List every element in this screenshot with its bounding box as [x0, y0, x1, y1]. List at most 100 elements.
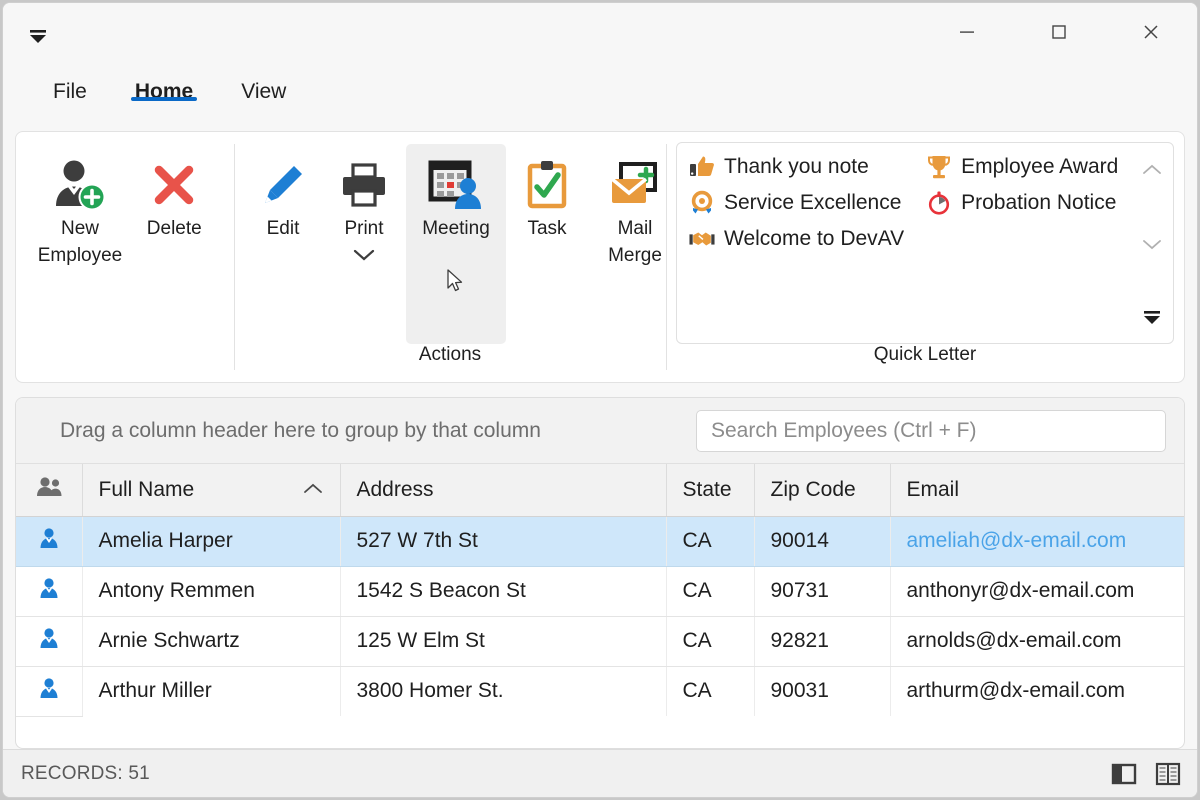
column-header-full-name[interactable]: Full Name [82, 464, 341, 517]
cell-address: 527 W 7th St [340, 516, 667, 567]
view-mode-buttons [1109, 759, 1183, 789]
edit-button[interactable]: Edit [244, 144, 322, 251]
search-box[interactable] [696, 409, 1166, 452]
print-icon [338, 154, 390, 216]
ribbon-group-employee-title [16, 366, 234, 382]
cell-state: CA [666, 566, 755, 617]
quick-letter-gallery[interactable]: Thank you note Employee Award Service Ex… [676, 142, 1174, 344]
cell-state: CA [666, 516, 755, 567]
book-view-icon[interactable] [1153, 759, 1183, 789]
ribbon-group-quick-letter-title: Quick Letter [873, 344, 977, 365]
chevron-down-icon[interactable] [351, 245, 377, 272]
handshake-icon [689, 226, 715, 252]
sort-ascending-icon [302, 478, 324, 502]
group-panel-hint: Drag a column header here to group by th… [60, 418, 541, 442]
window-controls [921, 3, 1197, 61]
column-header-email-label: Email [906, 477, 960, 501]
column-header-indicator[interactable] [16, 464, 83, 517]
person-icon [38, 578, 60, 604]
cell-zip-code: 92821 [754, 616, 891, 667]
card-view-icon[interactable] [1109, 759, 1139, 789]
group-panel[interactable]: Drag a column header here to group by th… [16, 398, 1184, 464]
tab-file-label: File [53, 80, 87, 103]
delete-icon [147, 154, 201, 216]
task-button[interactable]: Task [506, 144, 588, 251]
app-window: File Home View New Employee Delete Edit … [2, 2, 1198, 798]
cell-email[interactable]: arnolds@dx-email.com [890, 616, 1184, 667]
cell-state: CA [666, 616, 755, 667]
dropdown-more-icon[interactable] [1135, 305, 1169, 331]
ribbon-group-employee: New Employee Delete [16, 132, 234, 382]
table-row[interactable]: Amelia Harper 527 W 7th St CA 90014 amel… [16, 516, 1184, 567]
cell-email[interactable]: ameliah@dx-email.com [890, 516, 1184, 567]
cell-full-name: Arthur Miller [82, 666, 341, 716]
gallery-item-label: Employee Award [961, 155, 1119, 178]
cell-email[interactable]: anthonyr@dx-email.com [890, 566, 1184, 617]
row-indicator [16, 566, 83, 617]
employees-table: Full Name Address State Zip Code Email A… [16, 464, 1184, 717]
print-button[interactable]: Print [322, 144, 406, 280]
table-row[interactable]: Arnie Schwartz 125 W Elm St CA 92821 arn… [16, 616, 1184, 667]
gallery-item-probation-notice[interactable]: Probation Notice [918, 185, 1127, 221]
delete-label: Delete [146, 218, 202, 239]
mail-merge-icon [607, 154, 663, 216]
meeting-icon [427, 154, 485, 216]
task-icon [523, 154, 571, 216]
table-header-row: Full Name Address State Zip Code Email [16, 464, 1184, 517]
gallery-item-label: Service Excellence [724, 191, 902, 214]
medal-icon [689, 190, 715, 216]
tab-view[interactable]: View [221, 69, 306, 109]
table-row[interactable]: Antony Remmen 1542 S Beacon St CA 90731 … [16, 566, 1184, 617]
stopwatch-icon [926, 190, 952, 216]
mouse-cursor-icon [446, 269, 466, 304]
table-row[interactable]: Arthur Miller 3800 Homer St. CA 90031 ar… [16, 666, 1184, 717]
minimize-icon[interactable] [921, 3, 1013, 61]
tab-view-label: View [241, 80, 287, 103]
thumbs-up-icon [689, 154, 715, 180]
edit-pencil-icon [258, 154, 308, 216]
cell-zip-code: 90731 [754, 566, 891, 617]
column-header-address-label: Address [356, 477, 434, 501]
maximize-icon[interactable] [1013, 3, 1105, 61]
cell-full-name: Amelia Harper [82, 516, 341, 567]
records-count-label: RECORDS: 51 [21, 762, 150, 784]
tab-home-label: Home [134, 80, 194, 103]
row-indicator [16, 516, 83, 567]
new-employee-button[interactable]: New Employee [32, 144, 129, 278]
gallery-item-label: Thank you note [724, 155, 869, 178]
column-header-zip-code[interactable]: Zip Code [754, 464, 891, 517]
meeting-button[interactable]: Meeting [406, 144, 506, 344]
scroll-up-icon[interactable] [1135, 157, 1169, 183]
search-input[interactable] [711, 418, 1151, 443]
scroll-down-icon[interactable] [1135, 231, 1169, 257]
print-label: Print [344, 218, 384, 239]
gallery-item-label: Welcome to DevAV [724, 227, 905, 250]
employees-grid-panel: Drag a column header here to group by th… [15, 397, 1185, 749]
cell-full-name: Antony Remmen [82, 566, 341, 617]
cell-address: 125 W Elm St [340, 616, 667, 667]
title-bar [3, 3, 1197, 69]
gallery-item-employee-award[interactable]: Employee Award [918, 149, 1127, 185]
column-header-state[interactable]: State [666, 464, 755, 517]
column-header-address[interactable]: Address [340, 464, 667, 517]
close-icon[interactable] [1105, 3, 1197, 61]
person-icon [38, 678, 60, 704]
gallery-item-thank-you-note[interactable]: Thank you note [681, 149, 912, 185]
person-icon [38, 528, 60, 554]
gallery-item-service-excellence[interactable]: Service Excellence [681, 185, 912, 221]
column-header-zip-code-label: Zip Code [770, 477, 856, 501]
task-label: Task [527, 218, 567, 239]
tab-home[interactable]: Home [115, 69, 213, 109]
delete-button[interactable]: Delete [130, 144, 218, 251]
column-header-email[interactable]: Email [890, 464, 1184, 517]
cell-email[interactable]: arthurm@dx-email.com [890, 666, 1184, 716]
gallery-item-label: Probation Notice [961, 191, 1117, 214]
column-header-state-label: State [682, 477, 732, 501]
ribbon-group-actions-title: Actions [418, 344, 482, 365]
customize-quick-access-toolbar-caret-icon[interactable] [21, 23, 55, 51]
trophy-icon [926, 154, 952, 180]
tab-file[interactable]: File [33, 69, 107, 109]
cell-state: CA [666, 666, 755, 716]
people-icon [35, 477, 63, 503]
gallery-item-welcome-to-devav[interactable]: Welcome to DevAV [681, 221, 912, 257]
